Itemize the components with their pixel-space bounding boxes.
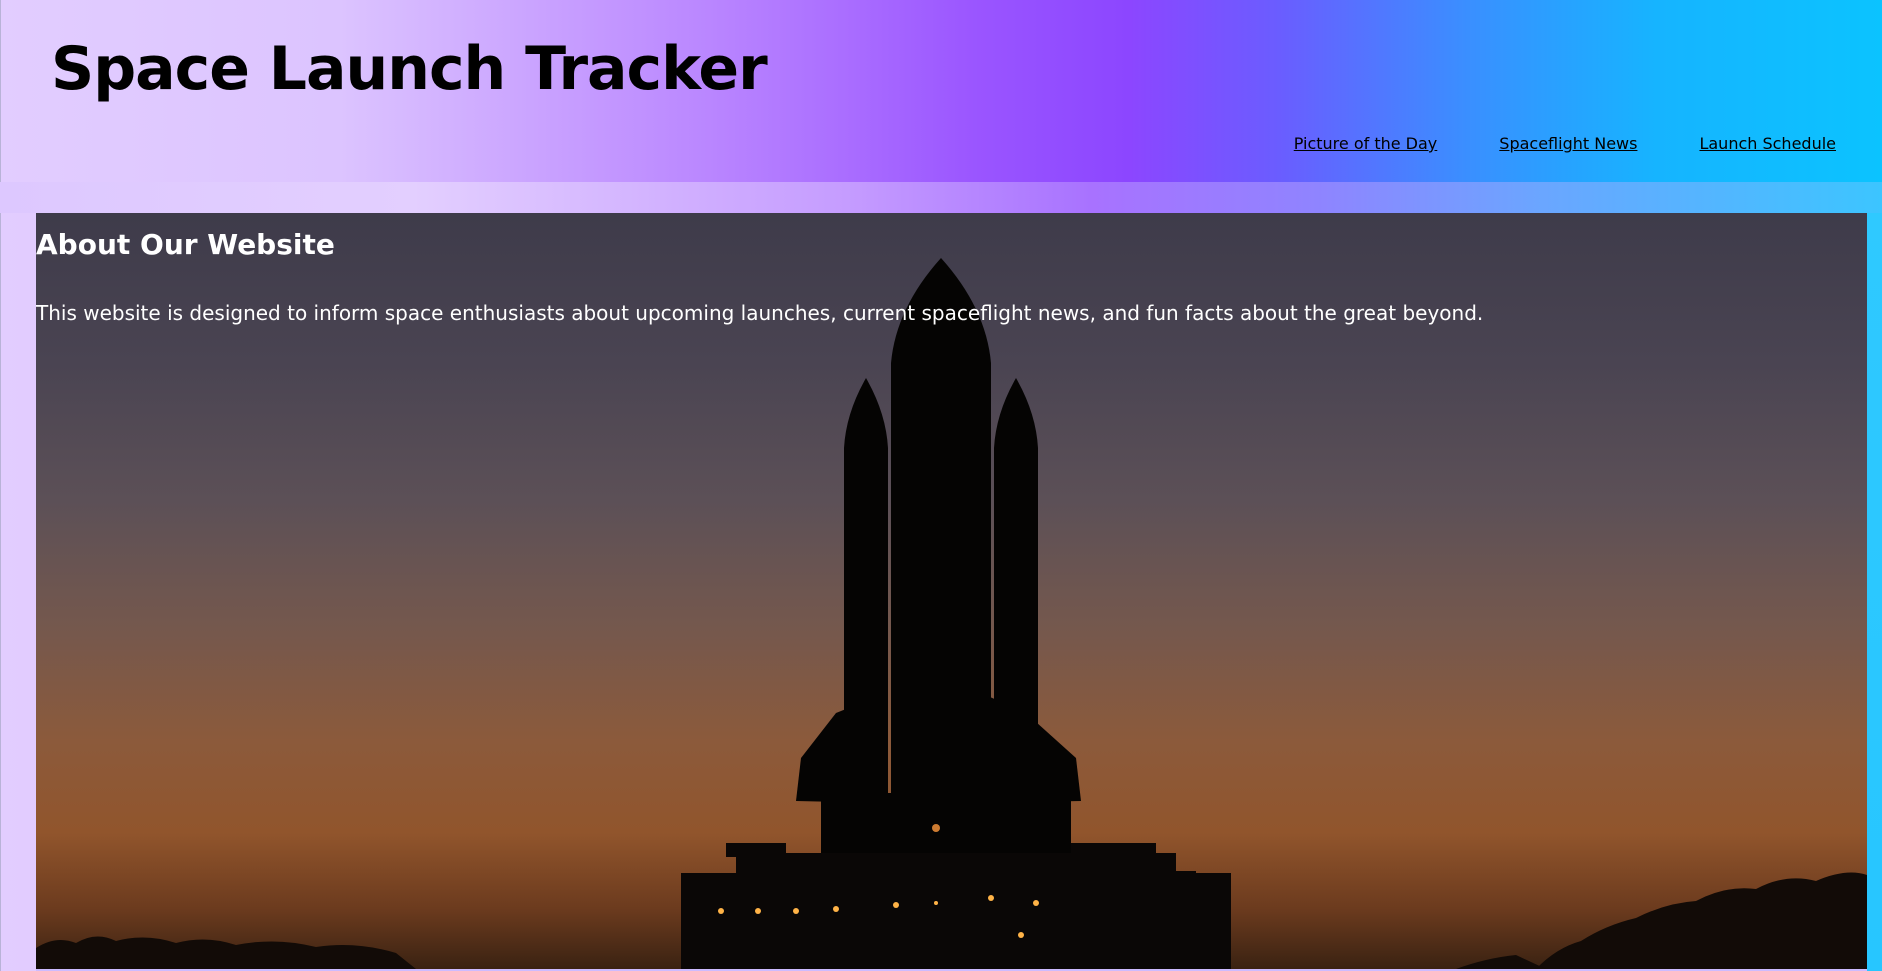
tree-line-right <box>1536 872 1867 969</box>
shuttle-silhouette-image <box>36 258 1867 969</box>
header-divider-band <box>0 182 1882 213</box>
launch-platform <box>681 873 1231 969</box>
about-description: This website is designed to inform space… <box>36 301 1484 325</box>
page-right-gutter <box>1867 213 1882 971</box>
external-tank <box>891 258 991 803</box>
site-title: Space Launch Tracker <box>51 34 768 104</box>
site-header: Space Launch Tracker Picture of the Day … <box>0 0 1882 182</box>
tree-line-left <box>36 936 416 969</box>
about-heading: About Our Website <box>36 228 335 261</box>
about-section: About Our Website This website is design… <box>36 213 1867 969</box>
nav-link-spaceflight-news[interactable]: Spaceflight News <box>1499 134 1637 153</box>
nav-link-launch-schedule[interactable]: Launch Schedule <box>1699 134 1836 153</box>
main-nav: Picture of the Day Spaceflight News Laun… <box>1294 134 1836 153</box>
solid-rocket-booster-left <box>844 378 888 793</box>
solid-rocket-booster-right <box>994 378 1038 793</box>
nav-link-picture-of-the-day[interactable]: Picture of the Day <box>1294 134 1438 153</box>
